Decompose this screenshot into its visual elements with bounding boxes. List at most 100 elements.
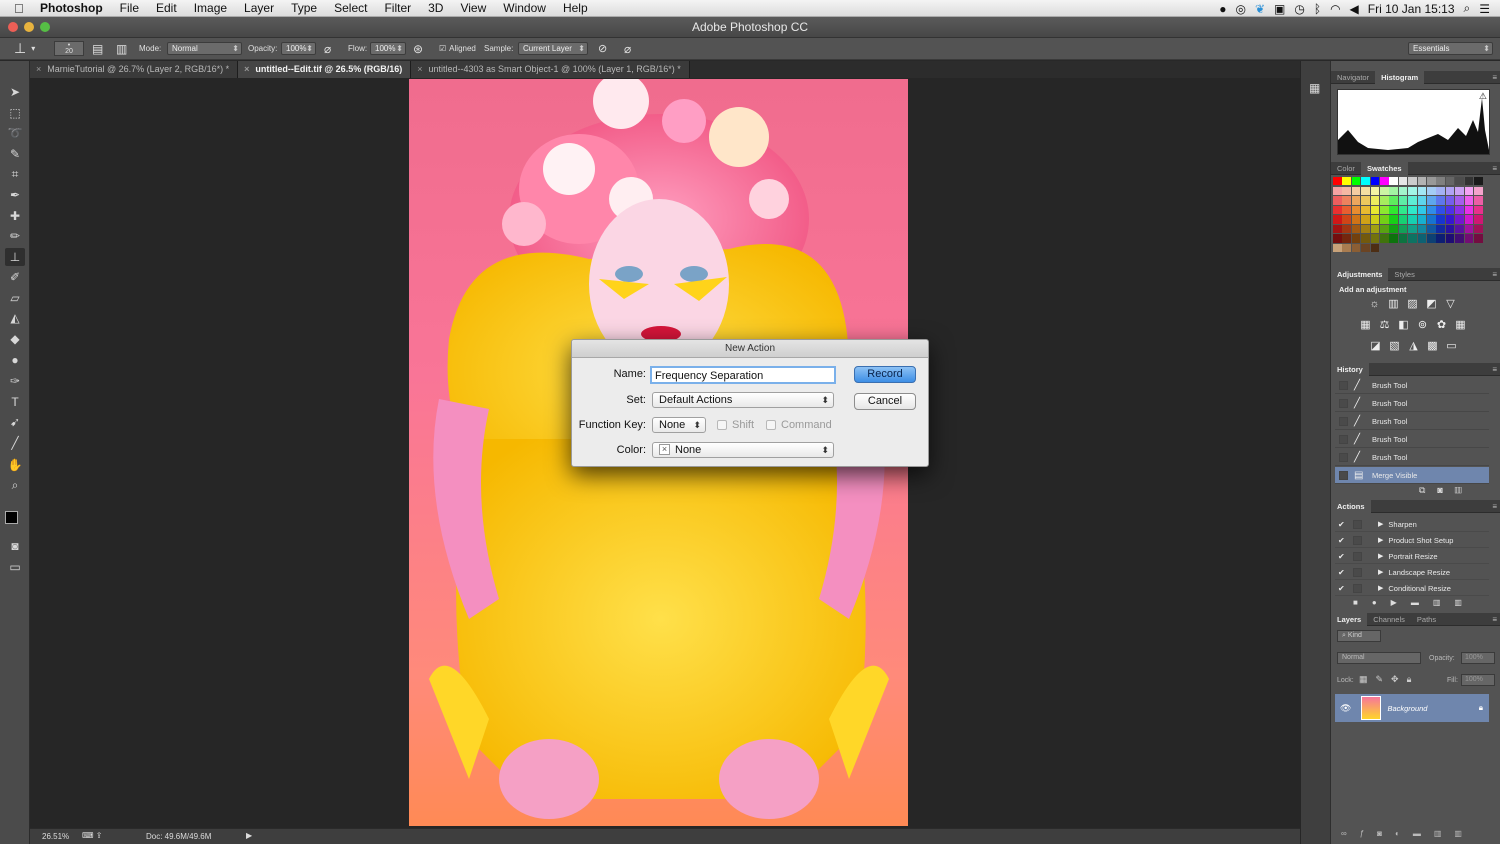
swatch[interactable] bbox=[1417, 196, 1427, 205]
expand-triangle-icon[interactable]: ▶ bbox=[1378, 552, 1383, 560]
move-tool-icon[interactable]: ➤ bbox=[5, 83, 25, 101]
layers-footer-icons[interactable]: ∞ƒ◙◐▬▥▥ bbox=[1341, 829, 1475, 838]
brush-size-picker[interactable]: • 20 bbox=[54, 41, 84, 56]
swatch[interactable] bbox=[1455, 205, 1464, 215]
swatch[interactable] bbox=[1427, 215, 1436, 224]
pen-tool-icon[interactable]: ✑ bbox=[5, 372, 25, 390]
swatch-grid[interactable] bbox=[1333, 177, 1483, 253]
swatch[interactable] bbox=[1333, 205, 1342, 215]
menu-help[interactable]: Help bbox=[563, 1, 588, 15]
display-icon[interactable]: ▣ bbox=[1274, 2, 1285, 16]
swatch[interactable] bbox=[1398, 205, 1408, 215]
swatch[interactable] bbox=[1370, 205, 1380, 215]
dialog-toggle-box[interactable] bbox=[1353, 567, 1362, 577]
swatch[interactable] bbox=[1351, 244, 1361, 252]
swatch[interactable] bbox=[1342, 196, 1351, 205]
hand-tool-icon[interactable]: ✋ bbox=[5, 456, 25, 474]
close-tab-icon[interactable]: × bbox=[36, 64, 41, 74]
tab-adjustments[interactable]: Adjustments bbox=[1331, 267, 1389, 281]
blur-tool-icon[interactable]: ◆ bbox=[5, 330, 25, 348]
swatch[interactable] bbox=[1398, 177, 1408, 185]
tab-untitled-edit[interactable]: × untitled--Edit.tif @ 26.5% (RGB/16) bbox=[238, 61, 412, 78]
tab-smart-object[interactable]: × untitled--4303 as Smart Object-1 @ 100%… bbox=[411, 61, 690, 78]
ignore-adjustment-icon[interactable]: ⊘ bbox=[598, 41, 607, 56]
swatch[interactable] bbox=[1474, 205, 1483, 215]
clock[interactable]: Fri 10 Jan 15:13 bbox=[1368, 2, 1455, 16]
swatch[interactable] bbox=[1417, 205, 1427, 215]
action-toggle-check-icon[interactable]: ✔ bbox=[1338, 536, 1350, 545]
swatch[interactable] bbox=[1333, 196, 1342, 205]
swatch[interactable] bbox=[1333, 177, 1342, 185]
actions-panel-title[interactable]: Actions bbox=[1331, 499, 1371, 513]
swatch[interactable] bbox=[1389, 224, 1398, 234]
crop-tool-icon[interactable]: ⌗ bbox=[5, 165, 25, 183]
swatch[interactable] bbox=[1445, 205, 1455, 215]
swatch[interactable] bbox=[1417, 177, 1427, 185]
swatch[interactable] bbox=[1427, 234, 1436, 243]
swatch[interactable] bbox=[1333, 234, 1342, 243]
swatch[interactable] bbox=[1333, 224, 1342, 234]
swatch[interactable] bbox=[1417, 215, 1427, 224]
set-dropdown[interactable]: Default Actions bbox=[652, 392, 834, 408]
action-item[interactable]: ✔ ▶ Conditional Resize bbox=[1335, 581, 1489, 596]
swatch[interactable] bbox=[1474, 224, 1483, 234]
zoom-window-icon[interactable] bbox=[40, 22, 50, 32]
swatch[interactable] bbox=[1445, 196, 1455, 205]
tab-histogram[interactable]: Histogram bbox=[1375, 70, 1425, 84]
threshold-icon[interactable]: ◮ bbox=[1407, 341, 1420, 352]
quick-mask-icon[interactable]: ◙ bbox=[5, 537, 25, 555]
quick-select-tool-icon[interactable]: ✎ bbox=[5, 145, 25, 163]
swatch[interactable] bbox=[1474, 196, 1483, 205]
history-item[interactable]: ╱ Brush Tool bbox=[1335, 395, 1489, 412]
swatch[interactable] bbox=[1361, 234, 1370, 243]
function-key-dropdown[interactable]: None bbox=[652, 417, 706, 433]
dodge-tool-icon[interactable]: ● bbox=[5, 351, 25, 369]
swatch[interactable] bbox=[1464, 196, 1474, 205]
swatch[interactable] bbox=[1370, 196, 1380, 205]
swatch[interactable] bbox=[1370, 215, 1380, 224]
swatch[interactable] bbox=[1408, 215, 1417, 224]
warning-icon[interactable]: ⚠ bbox=[1479, 91, 1487, 102]
dialog-toggle-box[interactable] bbox=[1353, 583, 1362, 593]
swatch[interactable] bbox=[1333, 215, 1342, 224]
history-snapshot-box[interactable] bbox=[1339, 434, 1348, 444]
dialog-toggle-box[interactable] bbox=[1353, 535, 1362, 545]
creative-cloud-icon[interactable]: ◎ bbox=[1235, 2, 1245, 16]
actions-footer-icons[interactable]: ■●▶▬▥▥ bbox=[1353, 598, 1476, 607]
history-item[interactable]: ▤ Merge Visible bbox=[1335, 467, 1489, 484]
evernote-icon[interactable]: ● bbox=[1219, 2, 1226, 16]
black-white-icon[interactable]: ◧ bbox=[1397, 320, 1410, 331]
wifi-icon[interactable]: ◠ bbox=[1330, 2, 1340, 16]
action-toggle-check-icon[interactable]: ✔ bbox=[1338, 584, 1350, 593]
close-window-icon[interactable] bbox=[8, 22, 18, 32]
swatch[interactable] bbox=[1380, 234, 1389, 243]
doc-size[interactable]: Doc: 49.6M/49.6M bbox=[146, 832, 211, 841]
swatch[interactable] bbox=[1351, 177, 1361, 185]
swatch[interactable] bbox=[1408, 224, 1417, 234]
dialog-toggle-box[interactable] bbox=[1353, 551, 1362, 561]
swatch[interactable] bbox=[1361, 244, 1370, 252]
hue-saturation-icon[interactable]: ▦ bbox=[1359, 320, 1372, 331]
airbrush-icon[interactable]: ⊛ bbox=[413, 41, 423, 56]
swatch[interactable] bbox=[1389, 177, 1398, 185]
swatch[interactable] bbox=[1436, 186, 1445, 196]
action-toggle-check-icon[interactable]: ✔ bbox=[1338, 552, 1350, 561]
tool-presets-icon[interactable]: ▦ bbox=[1309, 81, 1320, 95]
brush-panel-icon[interactable]: ▤ bbox=[92, 41, 103, 56]
aligned-checkbox[interactable]: ☑ Aligned bbox=[439, 41, 476, 56]
swatch[interactable] bbox=[1370, 234, 1380, 243]
swatch[interactable] bbox=[1389, 186, 1398, 196]
swatch[interactable] bbox=[1342, 205, 1351, 215]
expand-triangle-icon[interactable]: ▶ bbox=[1378, 568, 1383, 576]
time-machine-icon[interactable]: ◷ bbox=[1294, 2, 1304, 16]
record-button[interactable]: Record bbox=[854, 366, 916, 383]
swatch[interactable] bbox=[1464, 186, 1474, 196]
clone-stamp-tool-icon[interactable]: ⊥ bbox=[5, 248, 25, 266]
swatch[interactable] bbox=[1389, 215, 1398, 224]
swatch[interactable] bbox=[1427, 177, 1436, 185]
swatch[interactable] bbox=[1398, 196, 1408, 205]
panel-menu-icon[interactable]: ≡ bbox=[1492, 73, 1497, 82]
swatch[interactable] bbox=[1455, 177, 1464, 185]
menu-layer[interactable]: Layer bbox=[244, 1, 274, 15]
close-tab-icon[interactable]: × bbox=[244, 64, 249, 74]
